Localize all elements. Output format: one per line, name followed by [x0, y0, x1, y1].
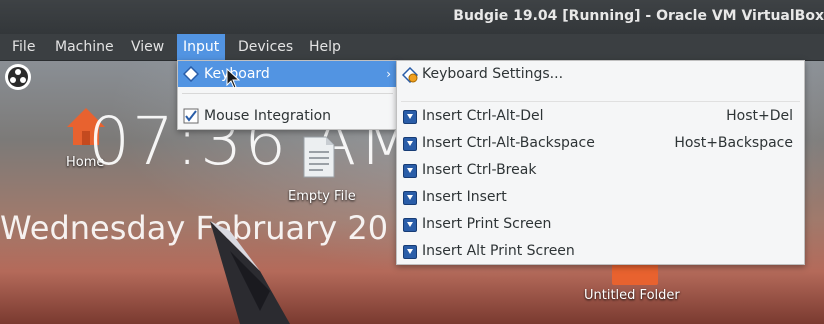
- mouse-integration-icon: [183, 108, 199, 124]
- menu-item-insert-ctrl-break[interactable]: Insert Ctrl-Break: [397, 157, 804, 184]
- menu-item-label: Insert Alt Print Screen: [422, 243, 575, 259]
- insert-key-icon: [403, 245, 417, 259]
- menu-item-insert-ctrl-alt-backspace[interactable]: Insert Ctrl-Alt-Backspace Host+Backspace: [397, 130, 804, 157]
- menu-item-label: Insert Print Screen: [422, 216, 552, 232]
- menu-item-label: Insert Ctrl-Break: [422, 162, 537, 178]
- menu-devices[interactable]: Devices: [232, 34, 299, 60]
- menu-machine[interactable]: Machine: [49, 34, 120, 60]
- file-icon[interactable]: [302, 135, 336, 179]
- window-title: Budgie 19.04 [Running] - Oracle VM Virtu…: [453, 8, 824, 24]
- budgie-logo-icon[interactable]: [5, 64, 31, 90]
- menu-item-insert-print-screen[interactable]: Insert Print Screen: [397, 211, 804, 238]
- keyboard-icon: [183, 66, 199, 82]
- keyboard-settings-icon: [402, 67, 418, 83]
- desktop-icon-label-file: Empty File: [288, 189, 356, 204]
- menu-item-shortcut: Host+Del: [726, 108, 793, 124]
- menu-item-insert-ctrl-alt-del[interactable]: Insert Ctrl-Alt-Del Host+Del: [397, 103, 804, 130]
- menu-item-label: Insert Ctrl-Alt-Del: [422, 108, 544, 124]
- insert-key-icon: [403, 218, 417, 232]
- menu-input[interactable]: Input: [177, 34, 226, 60]
- insert-key-icon: [403, 110, 417, 124]
- insert-key-icon: [403, 191, 417, 205]
- menu-item-label: Insert Ctrl-Alt-Backspace: [422, 135, 595, 151]
- menu-item-keyboard-settings[interactable]: Keyboard Settings...: [397, 61, 804, 88]
- menu-file[interactable]: File: [6, 34, 41, 60]
- desktop-icon-label-folder: Untitled Folder: [584, 288, 680, 303]
- insert-key-icon: [403, 164, 417, 178]
- mouse-cursor-icon: [226, 68, 240, 89]
- wallpaper-plane-image: [210, 221, 290, 324]
- menu-view[interactable]: View: [125, 34, 170, 60]
- menu-item-shortcut: Host+Backspace: [674, 135, 793, 151]
- menu-item-label: Keyboard Settings...: [422, 66, 564, 82]
- window-titlebar: Budgie 19.04 [Running] - Oracle VM Virtu…: [0, 0, 824, 34]
- menu-separator: [401, 101, 800, 102]
- menu-help[interactable]: Help: [303, 34, 347, 60]
- input-menu-dropdown: Keyboard › Mouse Integration: [177, 60, 398, 130]
- menu-item-insert-alt-print-screen[interactable]: Insert Alt Print Screen: [397, 238, 804, 265]
- menu-separator: [182, 93, 393, 94]
- insert-key-icon: [403, 137, 417, 151]
- menu-item-label: Insert Insert: [422, 189, 507, 205]
- menu-item-mouse-integration[interactable]: Mouse Integration: [178, 103, 397, 129]
- submenu-arrow-icon: ›: [386, 67, 391, 81]
- menu-item-keyboard[interactable]: Keyboard ›: [178, 61, 397, 87]
- keyboard-submenu: Keyboard Settings... Insert Ctrl-Alt-Del…: [396, 60, 805, 265]
- menu-item-label: Mouse Integration: [204, 108, 332, 124]
- menu-item-insert-insert[interactable]: Insert Insert: [397, 184, 804, 211]
- menubar: File Machine View Input Devices Help: [0, 34, 824, 61]
